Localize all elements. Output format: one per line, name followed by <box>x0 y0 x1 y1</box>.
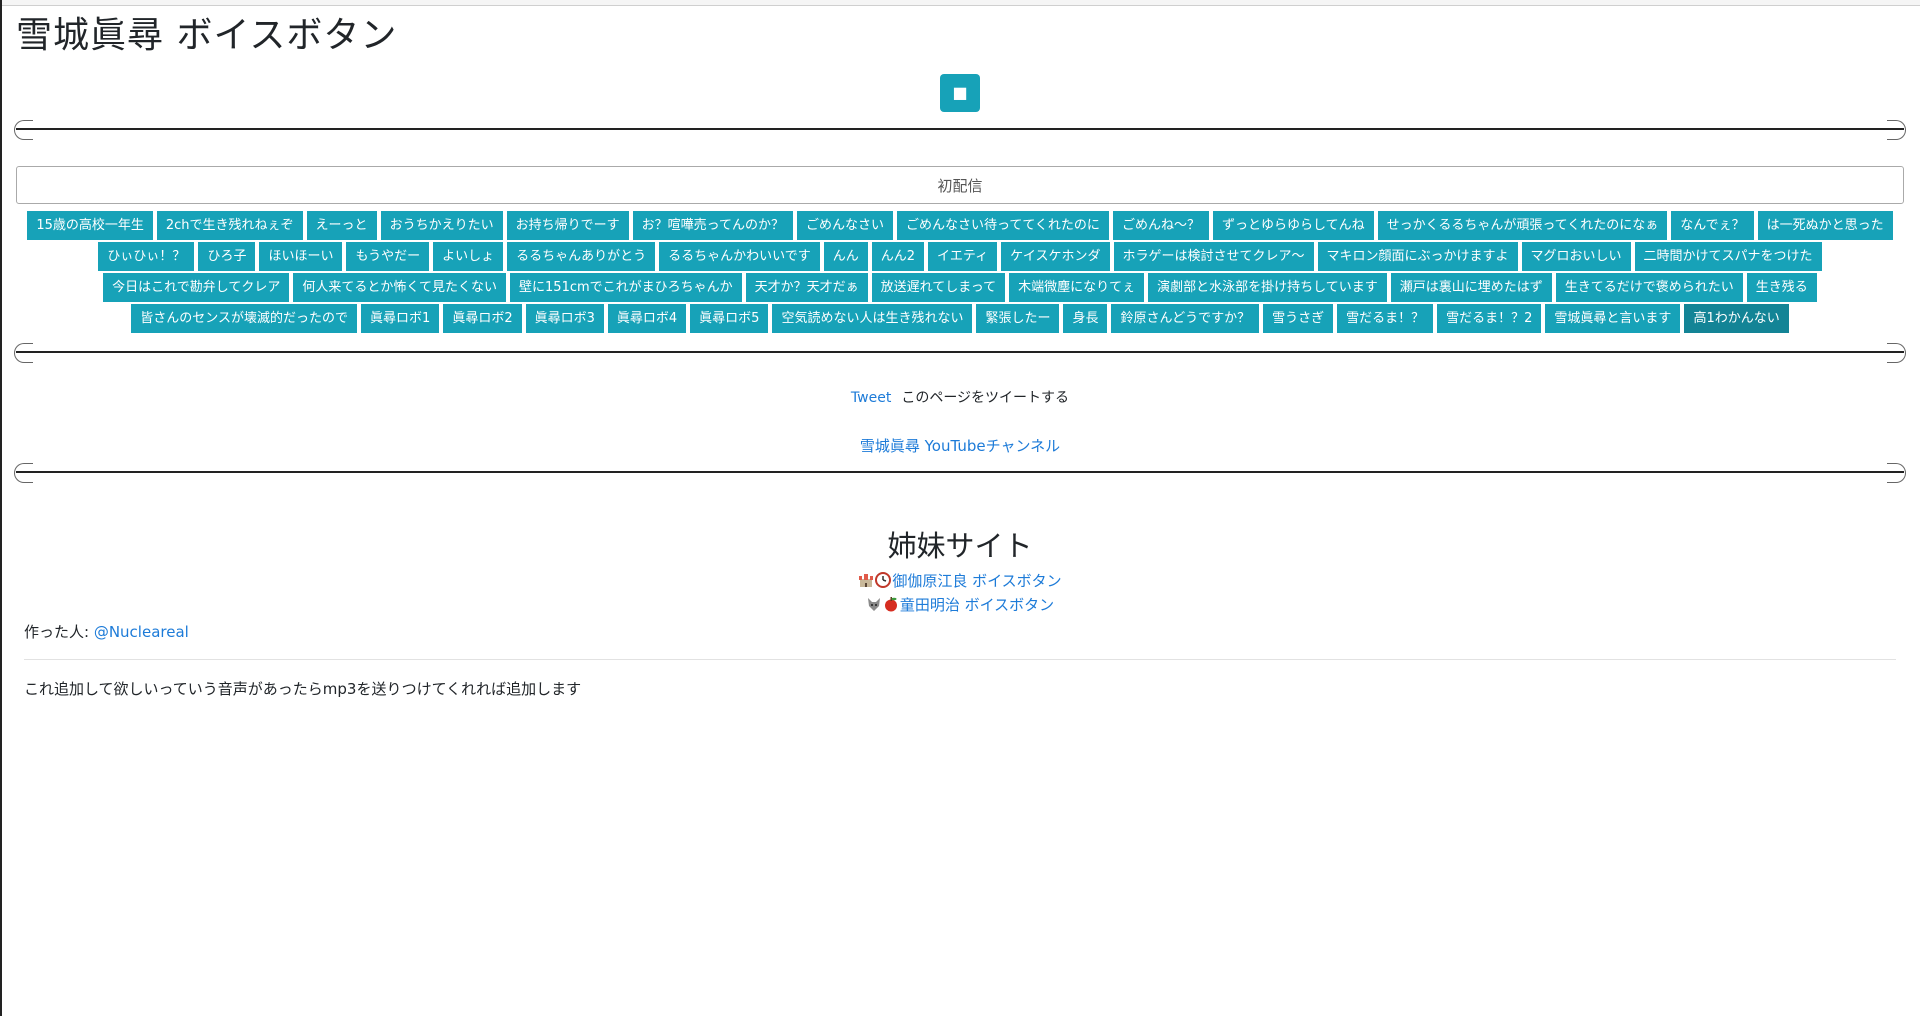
voice-button[interactable]: るるちゃんかわいいです <box>659 242 820 271</box>
voice-button[interactable]: 二時間かけてスパナをつけた <box>1634 242 1822 271</box>
voice-button[interactable]: えーっと <box>306 211 377 240</box>
divider <box>14 118 1906 140</box>
voice-button[interactable]: は一死ぬかと思った <box>1757 211 1893 240</box>
voice-button[interactable]: 雪城眞尋と言います <box>1545 304 1681 333</box>
voice-button[interactable]: 生き残る <box>1746 273 1817 302</box>
voice-button[interactable]: 壁に151cmでこれがまひろちゃんか <box>510 273 742 302</box>
voice-button[interactable]: お持ち帰りでーす <box>506 211 629 240</box>
voice-button[interactable]: 眞尋ロボ4 <box>607 304 687 333</box>
voice-button[interactable]: お？喧嘩売ってんのか？ <box>632 211 793 240</box>
voice-button[interactable]: 眞尋ロボ5 <box>690 304 769 333</box>
voice-button[interactable]: 今日はこれで勘弁してクレア <box>103 273 290 302</box>
page: 雪城眞尋 ボイスボタン ■ 15歳の高校一年生2chで生き残れねぇぞえーっとおう… <box>14 6 1906 699</box>
voice-button[interactable]: 鈴原さんどうですか？ <box>1111 304 1260 333</box>
voice-button[interactable]: 瀬戸は裏山に埋めたはず <box>1390 273 1552 302</box>
voice-button[interactable]: 15歳の高校一年生 <box>27 211 153 240</box>
voice-button[interactable]: 木端微塵になりてぇ <box>1009 273 1145 302</box>
wolf-icon <box>867 598 880 611</box>
voice-button[interactable]: なんでぇ？ <box>1671 211 1754 240</box>
voice-button[interactable]: イエティ <box>928 242 998 271</box>
voice-button[interactable]: 天才か？天才だぁ <box>745 273 868 302</box>
voice-button[interactable]: 放送遅れてしまって <box>871 273 1006 302</box>
tweet-row: Tweet このページをツイートする <box>16 387 1904 407</box>
author-credit: 作った人: @Nucleareal <box>24 621 1904 643</box>
voice-button[interactable]: 眞尋ロボ2 <box>443 304 522 333</box>
voice-button[interactable]: 緊張したー <box>976 304 1060 333</box>
divider <box>14 461 1906 483</box>
youtube-channel-link[interactable]: 雪城眞尋 YouTubeチャンネル <box>860 437 1060 455</box>
voice-button[interactable]: 雪だるま！？2 <box>1437 304 1542 333</box>
voice-button[interactable]: 何人来てるとか怖くて見たくない <box>293 273 507 302</box>
tweet-link[interactable]: Tweet <box>851 390 891 406</box>
voice-button[interactable]: おうちかえりたい <box>380 211 503 240</box>
page-title: 雪城眞尋 ボイスボタン <box>16 15 398 56</box>
voice-button[interactable]: 生きてるだけで褒められたい <box>1555 273 1743 302</box>
voice-button[interactable]: 高1わかんない <box>1684 304 1789 333</box>
request-note: これ追加して欲しいっていう音声があったらmp3を送りつけてくれれば追加します <box>24 680 582 698</box>
divider <box>14 341 1906 363</box>
voice-button[interactable]: 演劇部と水泳部を掛け持ちしています <box>1148 273 1387 302</box>
voice-button[interactable]: マキロン顔面にぶっかけますよ <box>1317 242 1518 271</box>
voice-button[interactable]: ひぃひぃ！？ <box>98 242 195 271</box>
category-select[interactable] <box>16 166 1904 204</box>
voice-button[interactable]: ごめんね～？ <box>1112 211 1209 240</box>
voice-button[interactable]: ひろ子 <box>198 242 256 271</box>
voice-button[interactable]: ホラゲーは検討させてクレア～ <box>1113 242 1314 271</box>
voice-button[interactable]: よいしょ <box>433 242 504 271</box>
apple-icon <box>884 597 897 612</box>
voice-button[interactable]: んん2 <box>871 242 925 271</box>
voice-button[interactable]: せっかくるるちゃんが頑張ってくれたのになぁ <box>1377 211 1668 240</box>
stop-row: ■ <box>16 74 1904 114</box>
author-link[interactable]: @Nucleareal <box>94 623 189 641</box>
voice-button[interactable]: 雪だるま！？ <box>1337 304 1434 333</box>
sister-site-link[interactable]: 御伽原江良 ボイスボタン <box>892 572 1061 590</box>
voice-button[interactable]: ごめんなさい待っててくれたのに <box>896 211 1109 240</box>
voice-button[interactable]: 眞尋ロボ1 <box>361 304 440 333</box>
window-left-edge <box>0 0 2 1016</box>
voice-button[interactable]: マグロおいしい <box>1521 242 1631 271</box>
voice-button[interactable]: 眞尋ロボ3 <box>525 304 604 333</box>
youtube-row: 雪城眞尋 YouTubeチャンネル <box>16 435 1904 455</box>
sister-sites-heading: 姉妹サイト <box>887 529 1033 563</box>
separator <box>24 659 1896 660</box>
clock-icon <box>875 572 892 588</box>
voice-button[interactable]: ごめんなさい <box>796 211 893 240</box>
castle-icon <box>859 574 874 587</box>
sister-site-1: 御伽原江良 ボイスボタン <box>16 569 1904 593</box>
voice-button[interactable]: 身長 <box>1063 304 1108 333</box>
voice-button[interactable]: んん <box>823 242 868 271</box>
voice-button[interactable]: るるちゃんありがとう <box>507 242 656 271</box>
voice-button[interactable]: 皆さんのセンスが壊滅的だったので <box>131 304 358 333</box>
author-prefix: 作った人: <box>24 623 94 641</box>
sister-site-link[interactable]: 童田明治 ボイスボタン <box>900 596 1054 614</box>
tweet-text: このページをツイートする <box>901 390 1070 406</box>
voice-button[interactable]: 空気読めない人は生き残れない <box>772 304 973 333</box>
voice-button-list: 15歳の高校一年生 2chで生き残れねぇぞ えーっと おうちかえりたい お持ち帰りでーす… <box>16 211 1904 335</box>
voice-button[interactable]: 2chで生き残れねぇぞ <box>156 211 303 240</box>
stop-button[interactable]: ■ <box>940 74 980 112</box>
voice-button[interactable]: もうやだー <box>346 242 430 271</box>
sister-site-2: 童田明治 ボイスボタン <box>16 593 1904 617</box>
voice-button[interactable]: ずっとゆらゆらしてんね <box>1212 211 1374 240</box>
voice-button[interactable]: ほいほーい <box>259 242 343 271</box>
voice-button[interactable]: 雪うさぎ <box>1263 304 1334 333</box>
voice-button[interactable]: ケイスケホンダ <box>1001 242 1110 271</box>
